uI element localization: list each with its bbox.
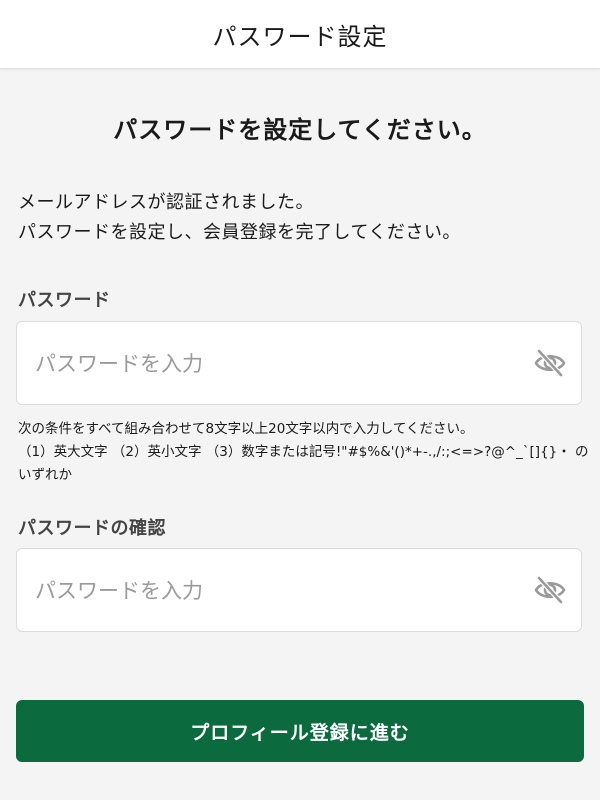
confirm-password-input[interactable] bbox=[33, 549, 517, 633]
hint-line-1: 次の条件をすべて組み合わせて8文字以上20文字以内で入力してください。 bbox=[18, 421, 474, 437]
confirm-password-label: パスワードの確認 bbox=[18, 518, 166, 539]
password-requirements: 次の条件をすべて組み合わせて8文字以上20文字以内で入力してください。 （1）英… bbox=[18, 418, 589, 487]
form-heading: パスワードを設定してください。 bbox=[113, 116, 487, 144]
eye-off-icon[interactable] bbox=[533, 575, 567, 605]
eye-off-icon[interactable] bbox=[533, 348, 567, 378]
proceed-to-profile-button[interactable]: プロフィール登録に進む bbox=[16, 700, 584, 762]
hint-line-2: （1）英大文字 （2）英小文字 （3）数字または記号!"#$%&'()*+-.,… bbox=[18, 444, 589, 460]
intro-line-2: パスワードを設定し、会員登録を完了してください。 bbox=[18, 222, 461, 243]
password-label: パスワード bbox=[18, 290, 111, 311]
confirm-password-field-box bbox=[16, 548, 582, 633]
password-input[interactable] bbox=[33, 322, 517, 406]
intro-line-1: メールアドレスが認証されました。 bbox=[18, 192, 314, 213]
hint-line-3: いずれか bbox=[18, 467, 72, 483]
main-content: パスワードを設定してください。 メールアドレスが認証されました。 パスワードを設… bbox=[0, 68, 600, 800]
page-title: パスワード設定 bbox=[212, 22, 388, 51]
app-header: パスワード設定 bbox=[0, 0, 600, 69]
password-field-box bbox=[16, 321, 582, 406]
intro-text: メールアドレスが認証されました。 パスワードを設定し、会員登録を完了してください… bbox=[18, 188, 588, 248]
